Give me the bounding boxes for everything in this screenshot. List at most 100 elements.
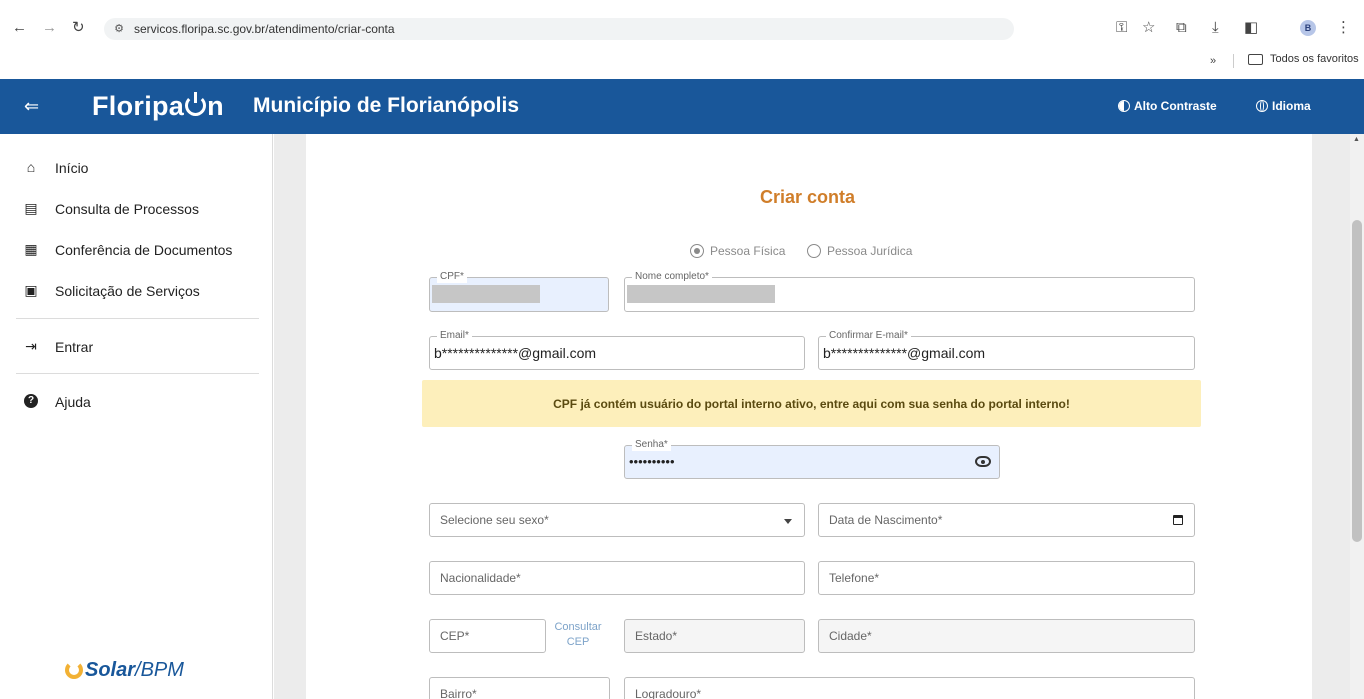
- sidebar-item-label: Solicitação de Serviços: [55, 283, 200, 299]
- email-value: b**************@gmail.com: [434, 345, 597, 361]
- sidebar-item-inicio[interactable]: ⌂ Início: [0, 153, 272, 183]
- consult-cep-line2: CEP: [566, 636, 590, 648]
- contrast-button[interactable]: Alto Contraste: [1118, 99, 1217, 113]
- sidebar-item-conferencia-documentos[interactable]: ▦ Conferência de Documentos: [0, 235, 272, 265]
- download-icon[interactable]: ⤓: [1212, 20, 1219, 36]
- state-field[interactable]: Estado*: [624, 619, 805, 653]
- help-icon: ?: [24, 394, 38, 408]
- sex-select[interactable]: Selecione seu sexo*: [429, 503, 805, 537]
- kebab-menu-icon[interactable]: ⋮: [1336, 20, 1351, 36]
- language-label: Idioma: [1272, 99, 1311, 113]
- confirm-email-field[interactable]: Confirmar E-mail* b**************@gmail.…: [818, 330, 1195, 370]
- radio-label: Pessoa Jurídica: [827, 244, 913, 258]
- alert-text: CPF já contém usuário do portal interno …: [553, 397, 1070, 411]
- street-field[interactable]: Logradouro*: [624, 677, 1195, 699]
- radio-label: Pessoa Física: [710, 244, 786, 258]
- power-icon: [185, 92, 207, 116]
- city-field[interactable]: Cidade*: [818, 619, 1195, 653]
- logo-text-bpm: /BPM: [135, 659, 184, 681]
- sex-placeholder: Selecione seu sexo*: [440, 513, 549, 527]
- sidebar-item-label: Ajuda: [55, 394, 91, 410]
- logo-text-solar: Solar: [85, 659, 136, 681]
- password-field[interactable]: Senha* ••••••••••: [624, 439, 1000, 479]
- address-bar[interactable]: ⚙ servicos.floripa.sc.gov.br/atendimento…: [104, 18, 1014, 40]
- scroll-up-arrow-icon[interactable]: ▲: [1353, 136, 1360, 143]
- page-root: ← → ↻ ⚙ servicos.floripa.sc.gov.br/atend…: [0, 0, 1364, 699]
- sidebar-item-entrar[interactable]: ⇥ Entrar: [0, 332, 272, 362]
- city-placeholder: Cidade*: [829, 629, 872, 643]
- logo-suffix: n: [207, 91, 224, 121]
- consult-cep-link[interactable]: Consultar CEP: [549, 620, 607, 650]
- language-button[interactable]: Idioma: [1256, 99, 1311, 113]
- sidebar-divider: [16, 318, 259, 319]
- solar-bpm-logo: Solar/BPM: [65, 659, 184, 681]
- cpf-field[interactable]: CPF*: [429, 271, 609, 312]
- solar-logo-icon: [65, 661, 83, 679]
- cep-placeholder: CEP*: [440, 629, 470, 643]
- sidebar-item-ajuda[interactable]: ? Ajuda: [0, 387, 272, 417]
- sidebar-divider: [16, 373, 259, 374]
- document-icon: ▦: [24, 241, 38, 257]
- floripa-on-logo[interactable]: Floripa n: [92, 91, 224, 121]
- page-title: Criar conta: [760, 187, 856, 207]
- caret-down-icon: [784, 519, 792, 524]
- scrollbar-thumb[interactable]: [1352, 220, 1362, 542]
- sidebar-item-solicitacao-servicos[interactable]: ▣ Solicitação de Serviços: [0, 276, 272, 306]
- consult-cep-line1: Consultar: [554, 621, 602, 633]
- app-header: ⇐ Floripa n Município de Florianópolis Al…: [0, 79, 1364, 134]
- password-value: ••••••••••: [629, 454, 675, 469]
- chevron-double-right-icon[interactable]: »: [1210, 55, 1216, 67]
- reload-icon[interactable]: ↻: [72, 20, 85, 36]
- folder-plus-icon: ▣: [24, 282, 38, 298]
- cpf-redacted-value: [432, 285, 540, 303]
- sidebar-item-label: Entrar: [55, 339, 94, 355]
- district-placeholder: Bairro*: [440, 687, 477, 699]
- sidebar-item-label: Início: [55, 160, 89, 176]
- state-placeholder: Estado*: [635, 629, 678, 643]
- birthdate-placeholder: Data de Nascimento*: [829, 513, 943, 527]
- street-placeholder: Logradouro*: [635, 687, 702, 699]
- birthdate-field[interactable]: Data de Nascimento*: [818, 503, 1195, 537]
- forward-arrow-icon[interactable]: →: [42, 20, 57, 36]
- extensions-icon[interactable]: ⧉: [1176, 20, 1187, 36]
- key-icon[interactable]: ⚿: [1116, 20, 1127, 36]
- bookmarks-folder[interactable]: Todos os favoritos: [1270, 53, 1359, 65]
- warning-alert: CPF já contém usuário do portal interno …: [422, 380, 1201, 427]
- confirm-email-value: b**************@gmail.com: [823, 345, 986, 361]
- email-field[interactable]: Email* b**************@gmail.com: [429, 330, 805, 370]
- bookmarks-bar: » Todos os favoritos: [0, 42, 1364, 79]
- side-panel-icon[interactable]: ◧: [1244, 20, 1258, 36]
- district-field[interactable]: Bairro*: [429, 677, 610, 699]
- phone-field[interactable]: Telefone*: [818, 561, 1195, 595]
- nationality-field[interactable]: Nacionalidade*: [429, 561, 805, 595]
- full-name-field[interactable]: Nome completo*: [624, 271, 1195, 312]
- login-icon: ⇥: [25, 338, 37, 354]
- nationality-placeholder: Nacionalidade*: [440, 571, 521, 585]
- star-icon[interactable]: ☆: [1142, 20, 1155, 36]
- password-label: Senha*: [632, 439, 671, 451]
- calendar-icon[interactable]: [1173, 515, 1183, 525]
- cpf-label: CPF*: [437, 271, 467, 283]
- confirm-email-label: Confirmar E-mail*: [826, 330, 911, 342]
- home-icon: ⌂: [26, 159, 36, 175]
- site-info-icon[interactable]: ⚙: [112, 22, 126, 36]
- browser-toolbar: ← → ↻ ⚙ servicos.floripa.sc.gov.br/atend…: [0, 0, 1364, 42]
- sidebar-item-consulta-processos[interactable]: ▤ Consulta de Processos: [0, 194, 272, 224]
- full-name-redacted-value: [627, 285, 775, 303]
- sidebar: ⌂ Início ▤ Consulta de Processos ▦ Confe…: [0, 134, 273, 699]
- phone-placeholder: Telefone*: [829, 571, 880, 585]
- bookmarks-divider: [1233, 54, 1234, 68]
- collapse-menu-icon[interactable]: ⇐: [24, 96, 39, 116]
- full-name-label: Nome completo*: [632, 271, 712, 283]
- back-arrow-icon[interactable]: ←: [12, 20, 27, 36]
- email-label: Email*: [437, 330, 472, 342]
- logo-prefix: Floripa: [92, 91, 185, 121]
- globe-icon: [1256, 100, 1268, 112]
- list-icon: ▤: [24, 200, 38, 216]
- cep-field[interactable]: CEP*: [429, 619, 546, 653]
- folder-icon: [1248, 54, 1263, 65]
- eye-icon[interactable]: [975, 456, 991, 467]
- radio-checked-icon: [690, 244, 704, 258]
- profile-avatar[interactable]: B: [1300, 20, 1316, 36]
- radio-unchecked-icon: [807, 244, 821, 258]
